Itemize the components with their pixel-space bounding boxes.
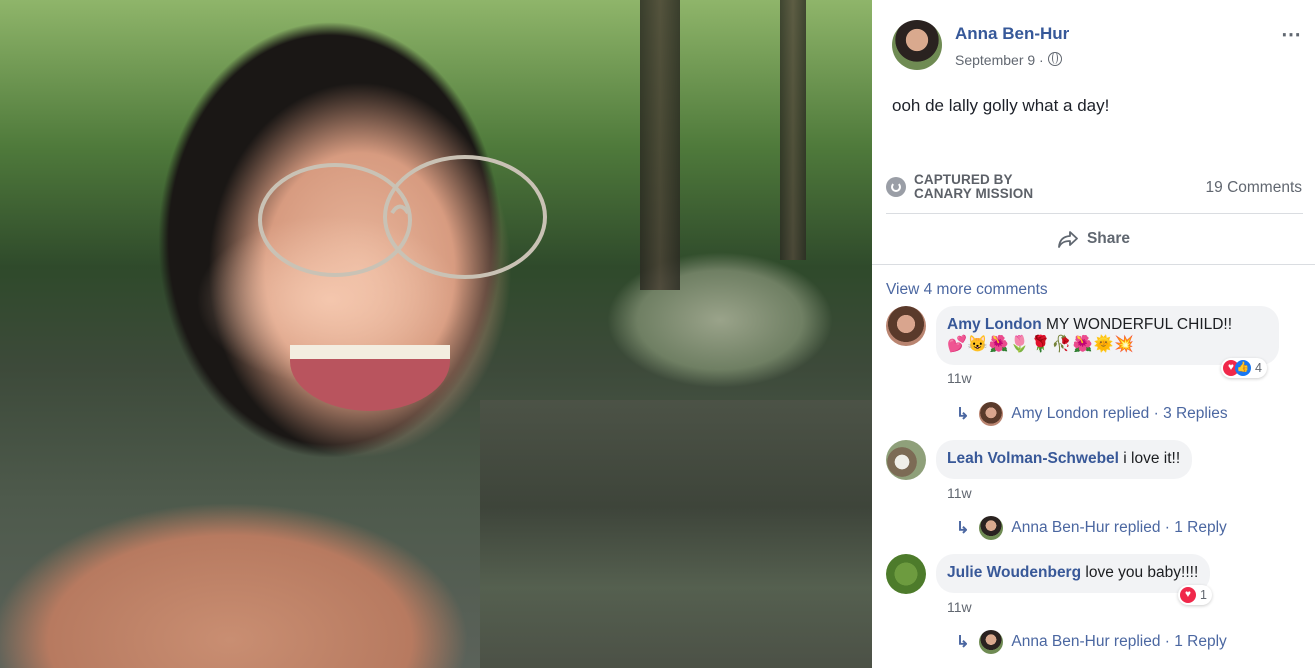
reply-separator: · [1160,519,1175,536]
comment: Julie Woudenberg love you baby!!!! ♥ 1 1… [886,554,1306,664]
comment-bubble: Leah Volman-Schwebel i love it!! [936,440,1193,479]
post-side-panel: Anna Ben-Hur September 9 · ⋯ ooh de lall… [872,0,1315,668]
captured-line-1: CAPTURED BY [914,172,1013,187]
reply-author: Anna Ben-Hur replied [1011,633,1161,650]
captured-by-text: CAPTURED BY CANARY MISSION [914,173,1033,201]
reply-separator: · [1160,633,1175,650]
canary-mission-icon [886,177,906,197]
reaction-number: 4 [1255,361,1262,375]
comments-count[interactable]: 19 Comments [1206,179,1302,197]
comment-timestamp[interactable]: 11w [947,599,972,615]
author-name[interactable]: Anna Ben-Hur [955,24,1069,44]
more-options-icon[interactable]: ⋯ [1281,22,1302,47]
commenter-name[interactable]: Leah Volman-Schwebel [947,450,1119,467]
heart-icon: ♥ [1180,587,1196,603]
captured-by-badge: CAPTURED BY CANARY MISSION [886,172,1033,202]
reply-arrow-icon: ↳ [956,406,970,423]
photo-glasses [258,155,547,279]
replies-link[interactable]: ↳ Anna Ben-Hur replied · 1 Reply [956,630,1227,654]
commenter-avatar[interactable] [886,440,926,480]
post-text: ooh de lally golly what a day! [892,96,1110,115]
reply-count: 3 Replies [1163,405,1228,422]
share-icon [1058,231,1078,248]
commenter-avatar[interactable] [886,554,926,594]
reaction-number: 1 [1200,588,1207,602]
globe-icon [1047,52,1062,66]
commenter-avatar[interactable] [886,306,926,346]
comment-bubble: Julie Woudenberg love you baby!!!! [936,554,1211,593]
commenter-name[interactable]: Julie Woudenberg [947,564,1081,581]
share-label: Share [1086,230,1131,247]
reply-separator: · [1149,405,1164,422]
commenter-name[interactable]: Amy London [947,316,1042,333]
like-icon: 👍 [1235,360,1251,376]
reaction-count[interactable]: ♥ 👍 4 [1221,358,1267,378]
reply-author: Amy London replied [1011,405,1150,422]
replier-avatar [979,516,1004,540]
reaction-count[interactable]: ♥ 1 [1178,585,1212,605]
share-button[interactable]: Share [872,216,1315,262]
photo-tree [780,0,806,260]
photo-water [480,400,872,668]
comment-bubble: Amy London MY WONDERFUL CHILD!! 💕😺🌺🌷🌹🥀🌺🌞… [936,306,1279,365]
view-more-comments-link[interactable]: View 4 more comments [886,281,1048,299]
post-header: Anna Ben-Hur September 9 · ⋯ [892,20,1302,72]
comment-text: i love it!! [1123,450,1181,467]
replies-link[interactable]: ↳ Anna Ben-Hur replied · 1 Reply [956,516,1227,540]
comment-timestamp[interactable]: 11w [947,485,972,501]
captured-line-2: CANARY MISSION [914,186,1034,201]
photo-smile [290,345,450,411]
post-date-text: September 9 · [955,52,1044,68]
divider [872,264,1315,265]
comment-text: MY WONDERFUL CHILD!! [1046,316,1233,333]
comment-emojis: 💕😺🌺🌷🌹🥀🌺🌞💥 [947,336,1136,353]
comment-text: love you baby!!!! [1085,564,1199,581]
comment: Leah Volman-Schwebel i love it!! 11w ↳ A… [886,440,1306,550]
replier-avatar [979,402,1004,426]
photo-tree [640,0,680,290]
comment-timestamp[interactable]: 11w [947,370,972,386]
reply-count: 1 Reply [1174,519,1227,536]
reply-arrow-icon: ↳ [956,634,970,651]
author-avatar[interactable] [892,20,942,70]
comment: Amy London MY WONDERFUL CHILD!! 💕😺🌺🌷🌹🥀🌺🌞… [886,306,1306,426]
reply-author: Anna Ben-Hur replied [1011,519,1161,536]
replier-avatar [979,630,1004,654]
divider [886,213,1303,214]
reply-count: 1 Reply [1174,633,1227,650]
post-photo[interactable] [0,0,872,668]
replies-link[interactable]: ↳ Amy London replied · 3 Replies [956,402,1228,426]
reply-arrow-icon: ↳ [956,520,970,537]
post-timestamp[interactable]: September 9 · [955,52,1062,68]
